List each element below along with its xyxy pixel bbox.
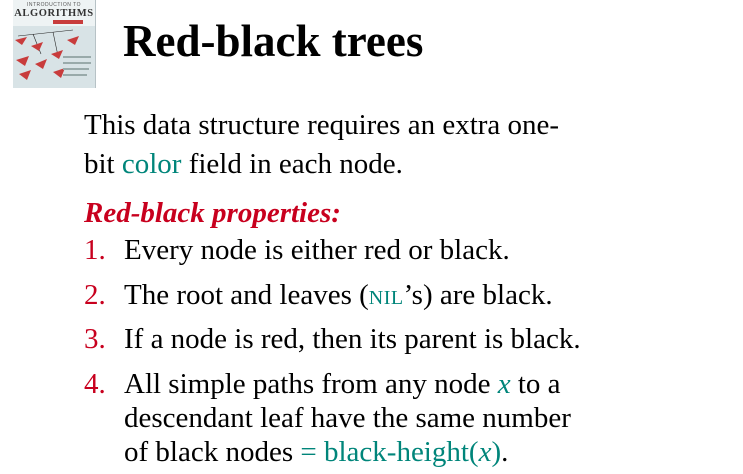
cover-edition-band (53, 20, 83, 24)
intro-line-2-start: bit (84, 148, 122, 180)
intro-line-1: This data structure requires an extra on… (84, 109, 560, 141)
intro-line-2-end: field in each node. (181, 148, 403, 180)
text-end: ’s) are black. (403, 279, 553, 311)
var-x: x (497, 368, 511, 400)
text-start: The root and leaves ( (124, 279, 369, 311)
color-term: color (121, 148, 182, 180)
cover-mobile-art (15, 29, 91, 80)
cover-title: ALGORITHMS (14, 8, 94, 19)
properties-heading: Red-black properties: (84, 197, 341, 229)
slide: INTRODUCTION TO ALGORITHMS Red-black tre… (0, 0, 743, 474)
list-item-number: 3. (84, 323, 106, 355)
intro-paragraph: This data structure requires an extra on… (84, 106, 724, 184)
list-item-text: of black nodes = black-height(x). (124, 435, 508, 469)
list-item-text: descendant leaf have the same number (124, 402, 571, 434)
list-item-number: 2. (84, 279, 106, 311)
list-item-text: The root and leaves (NIL’s) are black. (124, 278, 553, 315)
var-x: x (478, 436, 492, 468)
black-height-eq: = black-height( (300, 436, 479, 468)
black-height-close: ) (491, 436, 502, 468)
line1-end: to a (510, 368, 561, 400)
list-item-number: 1. (84, 234, 106, 266)
nil-term: NIL (368, 287, 404, 309)
line3-end: . (501, 436, 509, 468)
list-item-text: Every node is either red or black. (124, 234, 510, 266)
list-item-text: All simple paths from any node x to a (124, 367, 561, 401)
black-height-term: = black-height(x) (300, 436, 501, 468)
list-item-number: 4. (84, 368, 106, 400)
list-item-text: If a node is red, then its parent is bla… (124, 323, 581, 355)
slide-title: Red-black trees (123, 16, 424, 66)
line3-start: of black nodes (124, 436, 301, 468)
line1-start: All simple paths from any node (124, 368, 498, 400)
book-cover-image: INTRODUCTION TO ALGORITHMS (13, 0, 96, 88)
